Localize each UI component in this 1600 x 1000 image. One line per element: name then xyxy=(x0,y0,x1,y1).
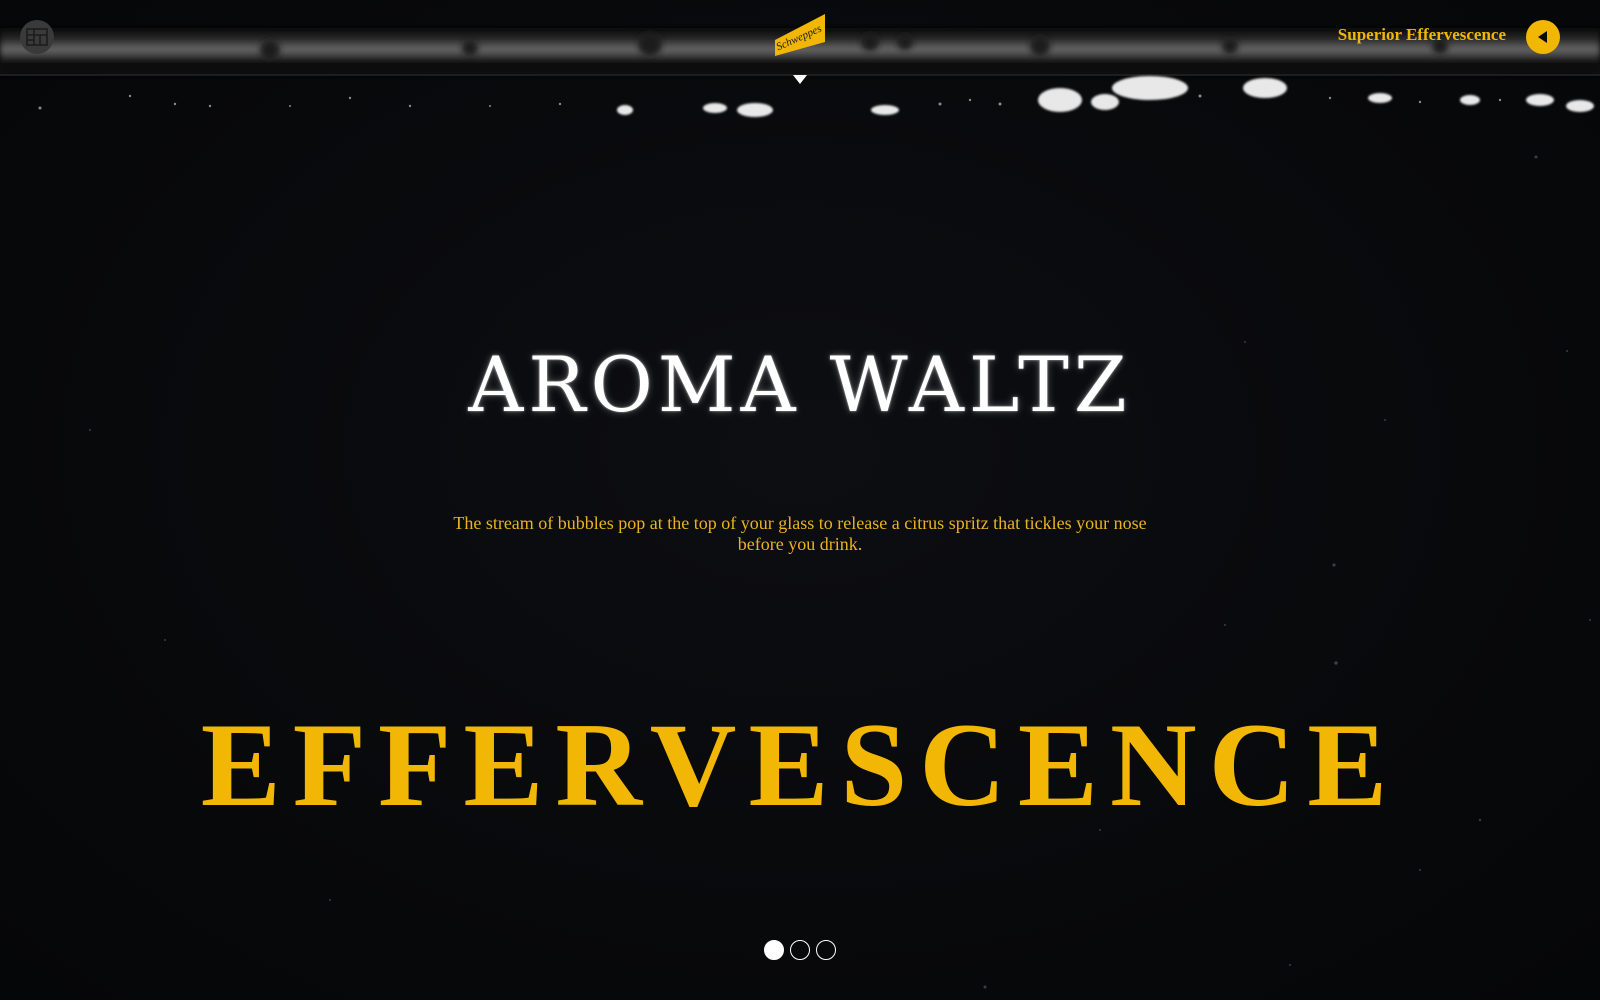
menu-button[interactable] xyxy=(20,20,54,54)
particle-layer xyxy=(89,155,1591,989)
section-description: The stream of bubbles pop at the top of … xyxy=(453,513,1147,554)
caret-down-icon[interactable] xyxy=(793,75,807,84)
hero-stage: Schweppes Superior Effervescence AROMA W… xyxy=(0,0,1600,1000)
nav-title-link[interactable]: Superior Effervescence xyxy=(1338,24,1506,46)
pagination-dot-3[interactable] xyxy=(816,940,836,960)
back-button[interactable] xyxy=(1526,20,1560,54)
grid-menu-icon xyxy=(26,28,48,46)
section-headline: AROMA WALTZ xyxy=(468,340,1132,429)
pagination-dots xyxy=(764,940,836,960)
pagination-dot-1[interactable] xyxy=(764,940,784,960)
play-left-icon xyxy=(1538,31,1547,43)
schweppes-logo[interactable]: Schweppes xyxy=(771,10,829,56)
feature-wordmark: EFFERVESCENCE xyxy=(200,698,1400,831)
pagination-dot-2[interactable] xyxy=(790,940,810,960)
